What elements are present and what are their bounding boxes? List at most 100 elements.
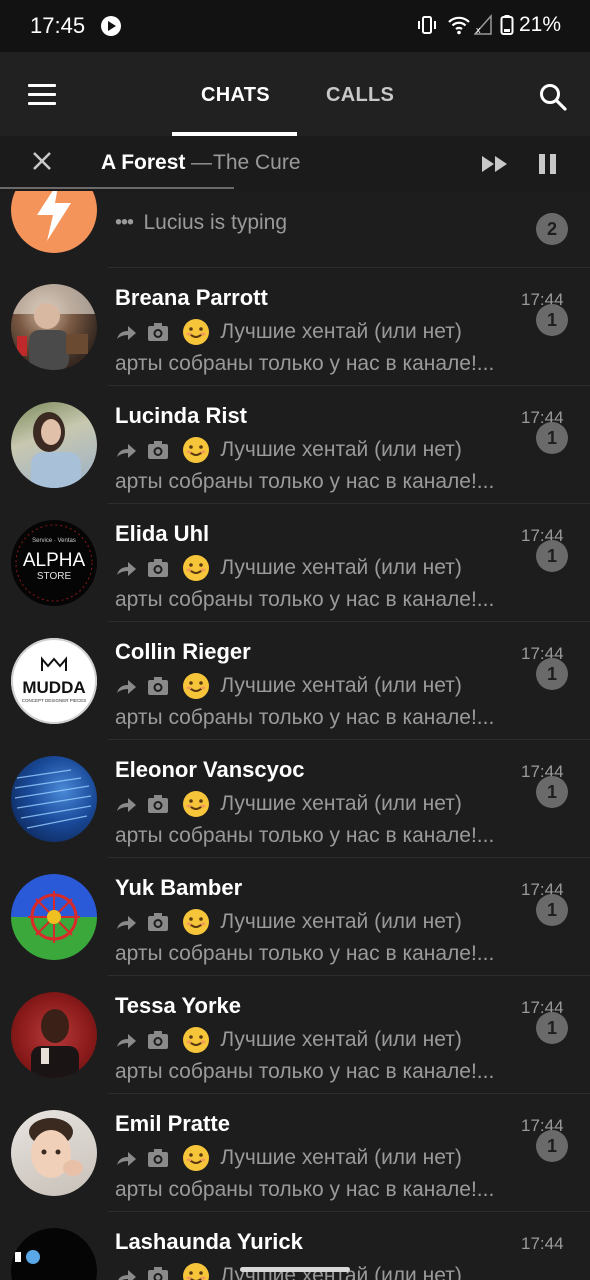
avatar-photo xyxy=(11,284,97,370)
preview-text-1: Лучшие хентай (или нет) xyxy=(220,674,462,697)
chat-name: Yuk Bamber xyxy=(115,875,243,900)
lightning-icon xyxy=(37,191,71,241)
chat-name: Collin Rieger xyxy=(115,639,251,664)
avatar xyxy=(11,756,97,842)
chat-item[interactable]: Service · Ventas ALPHA STORE Elida Uhl 1… xyxy=(0,504,590,622)
smiling-emoji-icon xyxy=(182,791,209,817)
chat-item[interactable]: Eleonor Vanscyoc 17:44 Лучшие хентай (ил… xyxy=(0,740,590,858)
battery-icon xyxy=(500,15,514,35)
camera-icon xyxy=(148,441,169,459)
vibrate-icon xyxy=(418,16,436,34)
player-separator: — xyxy=(191,151,212,174)
avatar-photo xyxy=(31,1009,79,1078)
forward-arrow-icon xyxy=(117,1034,136,1048)
forward-arrow-icon xyxy=(117,444,136,458)
chat-list: ••• Lucius is typing 2 Breana Parrott 17… xyxy=(0,191,590,1280)
unread-badge: 1 xyxy=(536,1130,568,1162)
svg-text:Service · Ventas: Service · Ventas xyxy=(32,538,76,544)
tab-calls[interactable]: CALLS xyxy=(326,84,394,107)
preview-text-2: арты собраны только у нас в канале!... xyxy=(115,352,495,375)
preview-line-1: Лучшие хентай (или нет) xyxy=(115,908,535,936)
chat-name: Eleonor Vanscyoc xyxy=(115,757,305,782)
chat-name: Lashaunda Yurick xyxy=(115,1229,303,1254)
smiling-emoji-icon xyxy=(182,909,209,935)
chat-item[interactable]: Yuk Bamber 17:44 Лучшие хентай (или нет)… xyxy=(0,858,590,976)
preview-line-1: Лучшие хентай (или нет) xyxy=(115,672,535,700)
chat-item[interactable]: Emil Pratte 17:44 Лучшие хентай (или нет… xyxy=(0,1094,590,1212)
unread-badge: 1 xyxy=(536,776,568,808)
close-icon[interactable] xyxy=(31,150,53,172)
chat-item[interactable]: Tessa Yorke 17:44 Лучшие хентай (или нет… xyxy=(0,976,590,1094)
unread-badge: 2 xyxy=(536,213,568,245)
player-track-title[interactable]: A Forest xyxy=(101,151,185,175)
smiling-emoji-icon xyxy=(182,1263,209,1280)
preview-text-2: арты собраны только у нас в канале!... xyxy=(115,588,495,611)
preview-text-2: арты собраны только у нас в канале!... xyxy=(115,470,495,493)
camera-icon xyxy=(148,323,169,341)
avatar xyxy=(11,1110,97,1196)
avatar-photo xyxy=(15,1250,40,1264)
wifi-icon xyxy=(448,16,470,35)
forward-arrow-icon xyxy=(117,1152,136,1166)
svg-text:ALPHA: ALPHA xyxy=(23,550,86,571)
camera-icon xyxy=(148,1267,169,1280)
avatar xyxy=(11,874,97,960)
signal-icon: x xyxy=(474,14,492,35)
preview-text-2: арты собраны только у нас в канале!... xyxy=(115,706,495,729)
preview-line-1: Лучшие хентай (или нет) xyxy=(115,436,535,464)
chat-name: Breana Parrott xyxy=(115,285,268,310)
battery-percent: 21% xyxy=(519,13,562,36)
camera-icon xyxy=(148,559,169,577)
camera-icon xyxy=(148,795,169,813)
chat-item[interactable]: MUDDA CONCEPT DESIGNER PIECES Collin Rie… xyxy=(0,622,590,740)
avatar xyxy=(11,191,97,253)
preview-line-1: Лучшие хентай (или нет) xyxy=(115,1026,535,1054)
svg-text:STORE: STORE xyxy=(37,571,72,582)
preview-text-1: Лучшие хентай (или нет) xyxy=(220,792,462,815)
flag-emblem xyxy=(28,891,80,943)
preview-text-1: Лучшие хентай (или нет) xyxy=(220,556,462,579)
chat-time: 17:44 xyxy=(521,1234,564,1253)
player-artist[interactable]: The Cure xyxy=(213,151,301,175)
avatar xyxy=(11,284,97,370)
preview-text-2: арты собраны только у нас в канале!... xyxy=(115,824,495,847)
smiling-emoji-icon xyxy=(182,1027,209,1053)
camera-icon xyxy=(148,1149,169,1167)
alpha-store-logo: Service · Ventas ALPHA STORE xyxy=(15,524,93,602)
home-indicator[interactable] xyxy=(240,1267,350,1272)
chat-item[interactable]: Breana Parrott 17:44 Лучшие хентай (или … xyxy=(0,268,590,386)
search-icon[interactable] xyxy=(538,82,568,112)
svg-text:MUDDA: MUDDA xyxy=(22,678,85,697)
play-icon xyxy=(101,16,121,36)
avatar xyxy=(11,402,97,488)
unread-badge: 1 xyxy=(536,422,568,454)
svg-text:CONCEPT DESIGNER PIECES: CONCEPT DESIGNER PIECES xyxy=(22,698,86,703)
preview-text-1: Лучшие хентай (или нет) xyxy=(220,910,462,933)
smiling-emoji-icon xyxy=(182,673,209,699)
pause-icon[interactable] xyxy=(538,153,558,175)
preview-text-1: Лучшие хентай (или нет) xyxy=(220,1146,462,1169)
smiling-emoji-icon xyxy=(182,319,209,345)
chat-name: Elida Uhl xyxy=(115,521,210,546)
preview-line-1: Лучшие хентай (или нет) xyxy=(115,790,535,818)
fast-forward-icon[interactable] xyxy=(480,153,510,175)
avatar: MUDDA CONCEPT DESIGNER PIECES xyxy=(11,638,97,724)
chat-item-typing[interactable]: ••• Lucius is typing 2 xyxy=(0,191,590,268)
menu-icon[interactable] xyxy=(28,84,56,106)
camera-icon xyxy=(148,677,169,695)
avatar-photo xyxy=(14,769,92,829)
app-bar xyxy=(0,52,590,136)
chat-name: Emil Pratte xyxy=(115,1111,230,1136)
status-time: 17:45 xyxy=(30,13,86,38)
tab-chats[interactable]: CHATS xyxy=(201,84,270,107)
smiling-emoji-icon xyxy=(182,555,209,581)
preview-line-1: Лучшие хентай (или нет) xyxy=(115,554,535,582)
preview-text-2: арты собраны только у нас в канале!... xyxy=(115,942,495,965)
preview-text-1: Лучшие хентай (или нет) xyxy=(220,320,462,343)
unread-badge: 1 xyxy=(536,304,568,336)
avatar-photo xyxy=(31,412,81,488)
chat-item[interactable]: Lucinda Rist 17:44 Лучшие хентай (или не… xyxy=(0,386,590,504)
unread-badge: 1 xyxy=(536,894,568,926)
preview-line-1: Лучшие хентай (или нет) xyxy=(115,318,535,346)
forward-arrow-icon xyxy=(117,798,136,812)
